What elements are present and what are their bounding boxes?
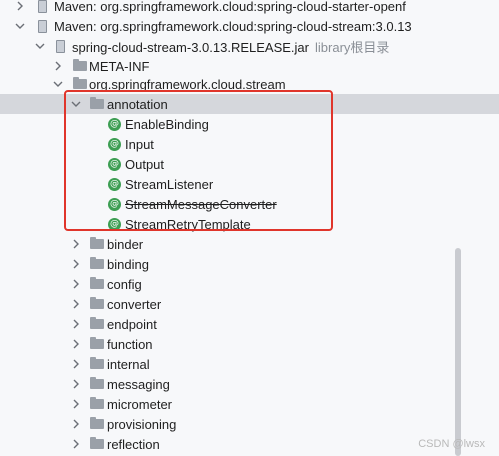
folder-icon [90,377,104,391]
tree-row-folder[interactable]: provisioning [0,414,499,434]
tree-row-class[interactable]: @ EnableBinding [0,114,499,134]
tree-label: Maven: org.springframework.cloud:spring-… [54,18,412,34]
annotation-icon: @ [108,178,121,191]
tree-label: endpoint [107,316,157,332]
chevron-right-icon[interactable] [70,354,82,374]
folder-icon [90,357,104,371]
tree-label: Maven: org.springframework.cloud:spring-… [54,0,406,14]
tree-row-folder[interactable]: internal [0,354,499,374]
folder-icon [90,297,104,311]
tree-row-folder[interactable]: binder [0,234,499,254]
chevron-right-icon[interactable] [70,234,82,254]
chevron-right-icon[interactable] [70,414,82,434]
chevron-right-icon[interactable] [70,334,82,354]
folder-icon [90,417,104,431]
folder-icon [90,257,104,271]
folder-icon [90,337,104,351]
annotation-icon: @ [108,218,121,231]
class-label-deprecated: StreamMessageConverter [125,196,277,212]
tree-label: config [107,276,142,292]
folder-icon [90,237,104,251]
tree-row-folder[interactable]: micrometer [0,394,499,414]
chevron-right-icon[interactable] [70,374,82,394]
chevron-right-icon[interactable] [70,294,82,314]
tree-row-folder[interactable]: messaging [0,374,499,394]
chevron-right-icon[interactable] [52,56,64,76]
chevron-down-icon[interactable] [14,16,26,36]
tree-row-folder[interactable]: function [0,334,499,354]
tree-row-annotation[interactable]: annotation [0,94,499,114]
project-tree: Maven: org.springframework.cloud:spring-… [0,0,499,456]
annotation-icon: @ [108,198,121,211]
vertical-scrollbar[interactable] [455,248,461,456]
chevron-right-icon[interactable] [70,274,82,294]
chevron-down-icon[interactable] [70,94,82,114]
tree-label: META-INF [89,58,150,74]
tree-label: spring-cloud-stream-3.0.13.RELEASE.jar li… [72,37,389,56]
jar-suffix: library根目录 [315,39,390,55]
class-label: StreamListener [125,176,214,192]
chevron-down-icon[interactable] [34,36,46,56]
tree-row-class[interactable]: @ StreamListener [0,174,499,194]
folder-icon [90,317,104,331]
tree-row-meta-inf[interactable]: META-INF [0,56,499,76]
chevron-right-icon[interactable] [70,254,82,274]
tree-row-jar[interactable]: spring-cloud-stream-3.0.13.RELEASE.jar li… [0,36,499,56]
folder-icon [90,97,104,111]
folder-icon [90,277,104,291]
tree-label: org.springframework.cloud.stream [89,76,286,92]
library-icon [38,20,47,33]
chevron-right-icon[interactable] [70,394,82,414]
tree-row-class[interactable]: @ StreamRetryTemplate [0,214,499,234]
class-label: EnableBinding [125,116,209,132]
tree-label: messaging [107,376,170,392]
tree-label: annotation [107,96,168,112]
library-icon [38,0,47,13]
folder-icon [73,77,87,91]
tree-label: converter [107,296,162,312]
watermark: CSDN @lwsx [418,438,485,450]
tree-label: internal [107,356,150,372]
tree-row-package[interactable]: org.springframework.cloud.stream [0,74,499,94]
tree-row-folder[interactable]: binding [0,254,499,274]
folder-icon [90,437,104,451]
tree-label: binder [107,236,144,252]
tree-label: function [107,336,153,352]
tree-row-folder[interactable]: config [0,274,499,294]
annotation-icon: @ [108,138,121,151]
folder-icon [90,397,104,411]
tree-row-maven-stream[interactable]: Maven: org.springframework.cloud:spring-… [0,16,499,36]
tree-label: reflection [107,436,160,452]
tree-row-class-deprecated[interactable]: @ StreamMessageConverter [0,194,499,214]
tree-label: provisioning [107,416,177,432]
tree-row-maven-starter[interactable]: Maven: org.springframework.cloud:spring-… [0,0,499,16]
jar-name: spring-cloud-stream-3.0.13.RELEASE.jar [72,39,309,55]
tree-row-folder[interactable]: endpoint [0,314,499,334]
tree-row-folder[interactable]: converter [0,294,499,314]
annotation-icon: @ [108,118,121,131]
chevron-right-icon[interactable] [70,314,82,334]
tree-label: binding [107,256,149,272]
class-label: StreamRetryTemplate [125,216,251,232]
chevron-down-icon[interactable] [52,74,64,94]
class-label: Output [125,156,165,172]
jar-icon [56,40,65,53]
tree-row-class[interactable]: @ Output [0,154,499,174]
annotation-icon: @ [108,158,121,171]
chevron-right-icon[interactable] [14,0,26,16]
tree-row-class[interactable]: @ Input [0,134,499,154]
class-label: Input [125,136,154,152]
tree-label: micrometer [107,396,173,412]
chevron-right-icon[interactable] [70,434,82,454]
folder-icon [73,59,87,73]
